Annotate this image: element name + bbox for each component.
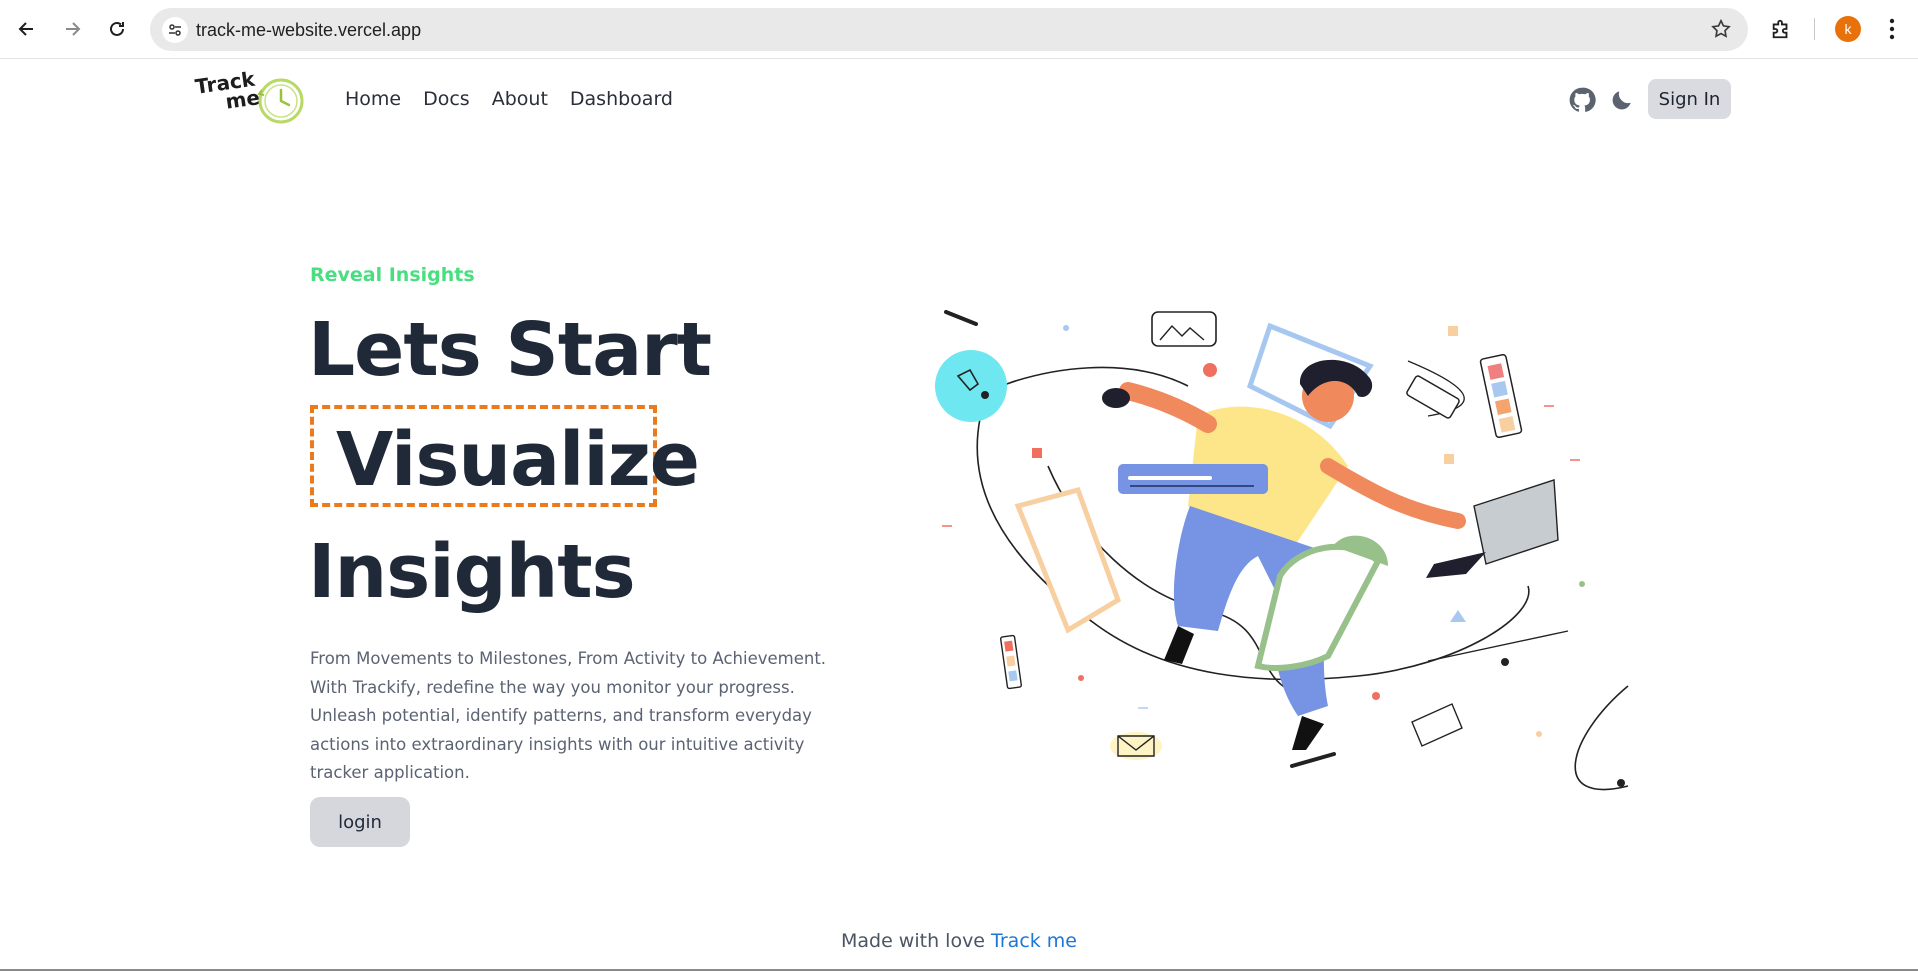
address-bar[interactable]: track-me-website.vercel.app bbox=[150, 8, 1748, 51]
browser-toolbar: track-me-website.vercel.app k bbox=[0, 0, 1918, 59]
toolbar-divider bbox=[1814, 18, 1815, 40]
nav-dashboard[interactable]: Dashboard bbox=[570, 88, 673, 110]
github-icon[interactable] bbox=[1568, 86, 1596, 114]
hero-description: From Movements to Milestones, From Activ… bbox=[310, 649, 827, 782]
hero-illustration bbox=[935, 310, 1629, 791]
browser-menu-button[interactable] bbox=[1880, 14, 1904, 44]
footer-text: Made with love bbox=[840, 930, 992, 952]
reload-icon bbox=[110, 21, 124, 36]
hero-eyebrow: Reveal Insights bbox=[310, 264, 475, 286]
profile-avatar[interactable]: k bbox=[1835, 16, 1861, 42]
nav-about[interactable]: About bbox=[492, 88, 548, 110]
nav-home[interactable]: Home bbox=[345, 88, 401, 110]
site-header: Track me Home Docs About Dashboard Sign … bbox=[0, 60, 1918, 140]
puzzle-icon bbox=[1772, 19, 1788, 39]
extensions-button[interactable] bbox=[1764, 12, 1798, 46]
back-button[interactable] bbox=[10, 12, 44, 46]
more-vert-icon bbox=[1889, 18, 1895, 40]
hero-title-line-1: Lets Start bbox=[308, 307, 712, 393]
nav-docs[interactable]: Docs bbox=[423, 88, 470, 110]
arrow-left-icon bbox=[18, 22, 33, 36]
bookmark-star-button[interactable] bbox=[1710, 18, 1732, 45]
main-nav: Home Docs About Dashboard bbox=[345, 88, 673, 110]
footer-link[interactable]: Track me bbox=[991, 930, 1077, 952]
clock-logo-icon bbox=[257, 78, 304, 124]
site-logo[interactable]: Track me bbox=[194, 67, 306, 126]
site-footer: Made with love Track me bbox=[0, 930, 1918, 952]
site-info-button[interactable] bbox=[162, 17, 188, 43]
hero-title-line-3: Insights bbox=[308, 529, 636, 615]
star-icon bbox=[1711, 18, 1731, 38]
login-button[interactable]: login bbox=[310, 797, 410, 847]
hero-title-rotating-word: Visualize bbox=[336, 417, 700, 503]
url-text[interactable]: track-me-website.vercel.app bbox=[196, 20, 421, 41]
arrow-right-icon bbox=[66, 22, 81, 36]
profile-initial: k bbox=[1844, 21, 1852, 37]
forward-button[interactable] bbox=[55, 12, 89, 46]
reload-button[interactable] bbox=[100, 12, 134, 46]
sign-in-button[interactable]: Sign In bbox=[1648, 79, 1731, 119]
logo-wordmark: Track me bbox=[194, 67, 262, 115]
moon-icon[interactable] bbox=[1609, 87, 1635, 113]
tune-icon bbox=[169, 24, 181, 36]
